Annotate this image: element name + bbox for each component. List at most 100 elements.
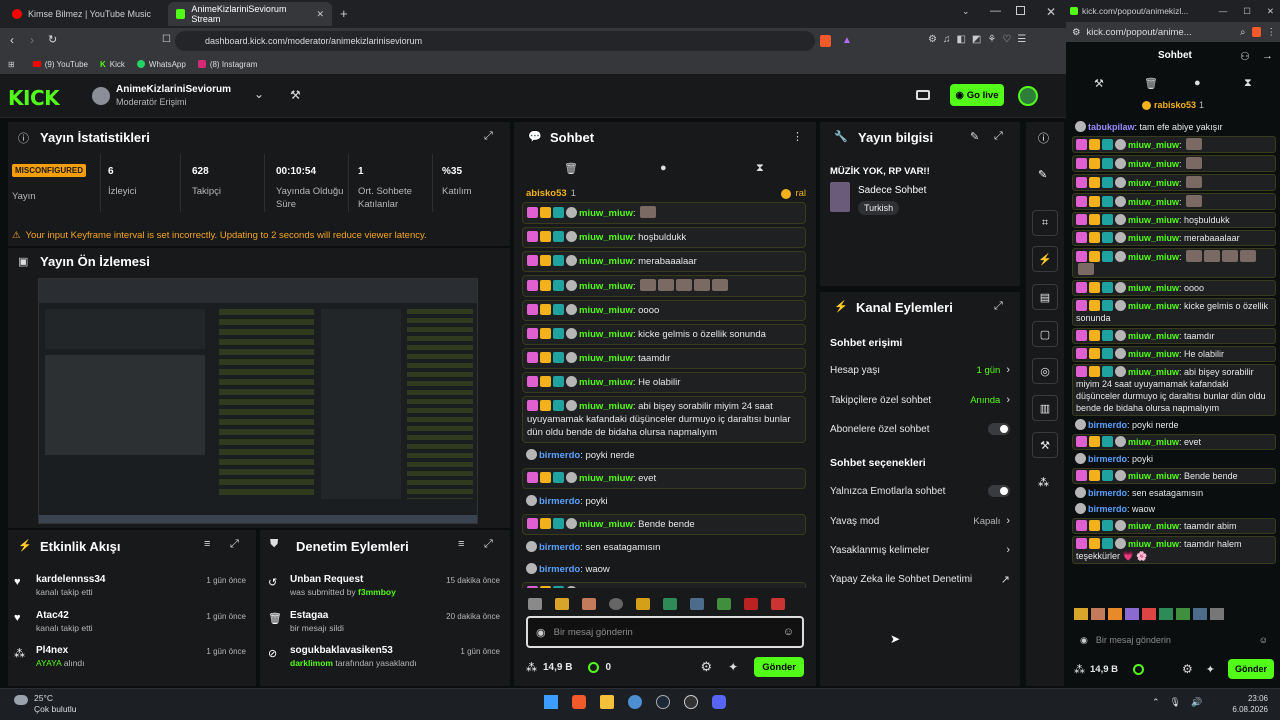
chat-message[interactable]: birmerdo: sen esatagamısın [1072, 486, 1276, 500]
chat-username[interactable]: miuw_miuw [579, 587, 633, 588]
info-icon[interactable]: ⓘ [1038, 130, 1049, 146]
tab-kick-stream[interactable]: AnimeKizlariniSeviorum Stream ✕ [168, 2, 332, 26]
chat-message[interactable]: miuw_miuw: taamdır [522, 348, 806, 369]
settings-icon[interactable]: ⚙ [701, 659, 713, 675]
chat-message[interactable]: miuw_miuw: evet [1072, 434, 1276, 450]
pin-icon[interactable]: ⚒ [1094, 77, 1104, 90]
chat-username[interactable]: miuw_miuw [579, 256, 633, 267]
chat-username[interactable]: miuw_miuw [579, 377, 633, 388]
chat-username[interactable]: birmerdo [1088, 420, 1127, 430]
emote-icon[interactable] [1193, 608, 1207, 620]
emote-icon[interactable] [555, 598, 569, 610]
emote-icon[interactable] [1159, 608, 1173, 620]
expand-icon[interactable]: ⤢ [994, 300, 1003, 313]
more-options-icon[interactable]: ⋮ [792, 130, 803, 143]
close-window-button[interactable]: ✕ [1267, 6, 1274, 17]
chat-username[interactable]: miuw_miuw [579, 329, 633, 340]
trash-icon[interactable]: 🗑 [1144, 77, 1158, 90]
collapse-icon[interactable]: → [1262, 50, 1273, 62]
brave-shield-icon[interactable] [1251, 27, 1261, 37]
chat-message[interactable]: miuw_miuw: kicke gelmis o özellik sonund… [1072, 298, 1276, 326]
chat-message[interactable]: miuw_miuw: hoşbuldukk [1072, 212, 1276, 228]
emoji-icon[interactable]: ☺ [1259, 635, 1268, 645]
send-button[interactable]: Gönder [754, 657, 804, 677]
steam-icon[interactable] [656, 695, 670, 709]
stream-preview-video[interactable] [38, 278, 478, 524]
user-avatar[interactable] [1018, 86, 1038, 106]
chat-message[interactable]: miuw_miuw: taamdır abim [522, 582, 806, 588]
chat-username[interactable]: miuw_miuw [1128, 349, 1179, 359]
expand-icon[interactable]: ⤢ [484, 130, 493, 143]
emote-icon[interactable] [582, 598, 596, 610]
send-button[interactable]: Gönder [1227, 659, 1274, 679]
cash-icon[interactable] [916, 90, 930, 100]
weather-widget[interactable]: 25°C Çok bulutlu [34, 693, 77, 715]
search-icon[interactable]: ⌕ [1240, 27, 1245, 38]
pinned-user[interactable]: rabisko53 [1154, 100, 1196, 110]
popout-chat-message-list[interactable]: tabukpilaw: tam efe abiye yakışır miuw_mi… [1072, 120, 1276, 600]
chat-username[interactable]: miuw_miuw [1128, 252, 1179, 262]
brave-icon[interactable] [572, 695, 586, 709]
emote-icon[interactable] [744, 598, 758, 610]
apps-icon[interactable]: ⊞ [8, 60, 15, 69]
chevron-up-icon[interactable]: ⌃ [1152, 697, 1160, 708]
pinned-user[interactable]: abisko53 [526, 188, 567, 199]
document-icon[interactable]: ▤ [1032, 284, 1058, 310]
bookmark-instagram[interactable]: (8) Instagram [197, 60, 257, 69]
chat-message[interactable]: miuw_miuw: [1072, 193, 1276, 210]
chat-message[interactable]: birmerdo: waow [1072, 502, 1276, 516]
expand-icon[interactable]: ⤢ [994, 130, 1003, 143]
emote-icon[interactable] [1210, 608, 1224, 620]
mod-tools-icon[interactable]: ✦ [1206, 663, 1215, 676]
chat-username[interactable]: miuw_miuw [1128, 159, 1179, 169]
subscribers-only-toggle[interactable] [988, 423, 1010, 435]
setting-slow-mode[interactable]: Yavaş mod Kapalı › [830, 515, 1010, 527]
channel-switcher[interactable]: AnimeKizlariniSeviorum Moderatör Erişimi [116, 84, 231, 107]
chat-username[interactable]: miuw_miuw [579, 232, 633, 243]
settings-app-icon[interactable] [628, 695, 642, 709]
broadcast-icon[interactable]: ◎ [1032, 358, 1058, 384]
close-window-button[interactable]: ✕ [1046, 5, 1056, 19]
wrench-icon[interactable]: ⚒ [1032, 432, 1058, 458]
microphone-icon[interactable]: 🎙 [1170, 697, 1181, 708]
chat-username[interactable]: miuw_miuw [1128, 197, 1179, 207]
chat-icon[interactable]: ▢ [1032, 321, 1058, 347]
chat-username[interactable]: miuw_miuw [579, 305, 633, 316]
bookmark-youtube[interactable]: (9) YouTube [32, 60, 88, 69]
chat-message[interactable]: miuw_miuw: merabaaalaar [1072, 230, 1276, 246]
chat-message[interactable]: birmerdo: poyki nerde [522, 446, 806, 465]
discord-icon[interactable] [712, 695, 726, 709]
chat-username[interactable]: birmerdo [1088, 504, 1127, 514]
filter-icon[interactable]: ≡ [204, 538, 210, 550]
chat-username[interactable]: miuw_miuw [579, 473, 633, 484]
emote-icon[interactable] [1091, 608, 1105, 620]
hourglass-icon[interactable]: ⧗ [756, 162, 764, 175]
hourglass-icon[interactable]: ⧗ [1244, 77, 1252, 90]
emote-icon[interactable] [717, 598, 731, 610]
chat-username[interactable]: miuw_miuw [1128, 331, 1179, 341]
clock[interactable]: 23:06 6.08.2026 [1218, 693, 1268, 715]
more-options-icon[interactable]: ⋮ [1267, 27, 1277, 38]
file-explorer-icon[interactable] [600, 695, 614, 709]
brave-rewards-icon[interactable]: ▲ [842, 35, 852, 46]
chat-username[interactable]: miuw_miuw [1128, 521, 1179, 531]
pencil-icon[interactable]: ✎ [1038, 168, 1047, 181]
close-icon[interactable]: ✕ [316, 9, 324, 20]
chat-message[interactable]: miuw_miuw: He olabilir [1072, 346, 1276, 362]
moderator-name[interactable]: f3mmboy [358, 587, 396, 597]
emote-only-toggle[interactable] [988, 485, 1010, 497]
chat-message[interactable]: birmerdo: poyki nerde [1072, 418, 1276, 432]
chat-username[interactable]: tabukpilaw [1088, 122, 1135, 132]
chat-message[interactable]: miuw_miuw: taamdır [1072, 328, 1276, 344]
tune-icon[interactable]: ⚙ [1072, 27, 1081, 38]
chevron-down-icon[interactable]: ⌄ [254, 87, 264, 101]
reload-icon[interactable]: ↻ [48, 33, 57, 46]
setting-ai-moderation[interactable]: Yapay Zeka ile Sohbet Denetimi ↗ [830, 573, 1010, 586]
maximize-button[interactable]: ☐ [1243, 6, 1251, 17]
chat-bubble-icon[interactable]: ● [1194, 77, 1201, 89]
chat-message[interactable]: birmerdo: poyki [522, 492, 806, 511]
media-icon[interactable]: ▥ [1032, 395, 1058, 421]
chat-message[interactable]: miuw_miuw: [522, 202, 806, 224]
chat-message[interactable]: miuw_miuw: [522, 275, 806, 297]
chat-username[interactable]: miuw_miuw [1128, 178, 1179, 188]
